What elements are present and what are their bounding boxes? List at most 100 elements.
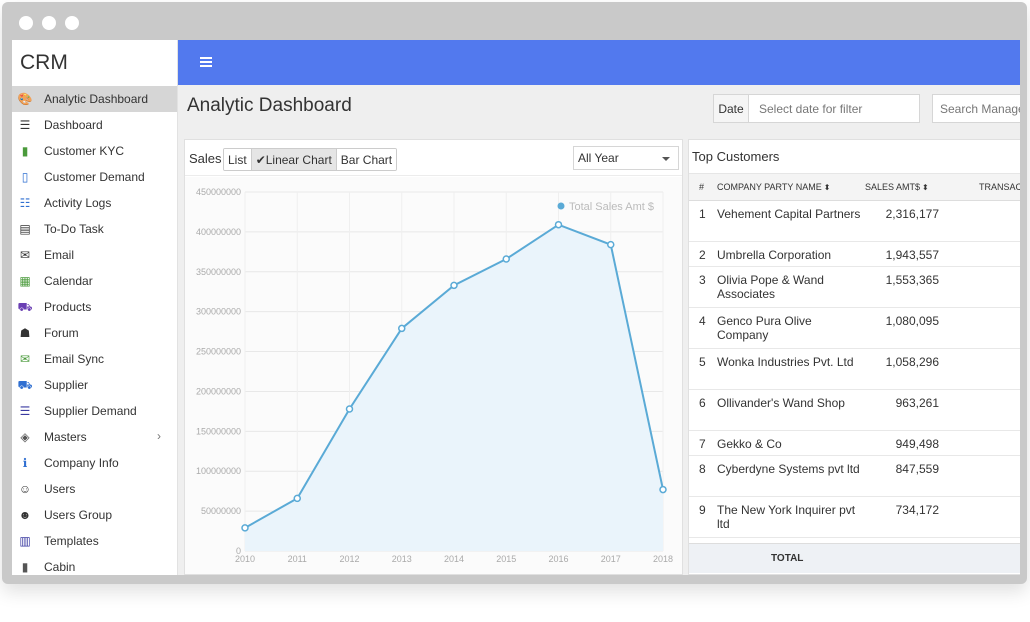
brand-logo[interactable]: CRM bbox=[12, 40, 177, 86]
x-tick-label: 2017 bbox=[601, 554, 621, 564]
sidebar-item-templates[interactable]: ▥ Templates bbox=[12, 528, 177, 554]
table-row[interactable]: 5 Wonka Industries Pvt. Ltd 1,058,296 bbox=[689, 348, 1020, 390]
menu-toggle-icon[interactable] bbox=[200, 57, 212, 67]
window-dot-icon[interactable] bbox=[19, 16, 33, 30]
sidebar-item-dashboard[interactable]: ☰ Dashboard bbox=[12, 112, 177, 138]
sidebar-item-to-do-task[interactable]: ▤ To-Do Task bbox=[12, 216, 177, 242]
window-dot-icon[interactable] bbox=[42, 16, 56, 30]
row-number: 9 bbox=[689, 496, 717, 538]
linear-chart-button[interactable]: ✔Linear Chart bbox=[251, 149, 337, 170]
table-total-row: TOTAL bbox=[689, 543, 1020, 573]
company-name: The New York Inquirer pvt ltd bbox=[717, 496, 865, 538]
sidebar-item-label: Masters bbox=[44, 430, 87, 444]
table-row[interactable]: 3 Olivia Pope & Wand Associates 1,553,365 bbox=[689, 266, 1020, 308]
table-row[interactable]: 2 Umbrella Corporation 1,943,557 bbox=[689, 241, 1020, 267]
company-name: Gekko & Co bbox=[717, 430, 865, 456]
column-header-sales[interactable]: SALES AMT$ ⬍ bbox=[865, 174, 939, 201]
y-tick-label: 250000000 bbox=[196, 347, 241, 357]
info-icon: ℹ bbox=[22, 456, 28, 470]
sidebar-item-supplier[interactable]: ⛟ Supplier bbox=[12, 372, 177, 398]
sidebar-item-supplier-demand[interactable]: ☰ Supplier Demand bbox=[12, 398, 177, 424]
year-filter-value: All Year bbox=[578, 151, 619, 165]
book-icon: ▮ bbox=[21, 144, 29, 158]
sidebar-nav: 🎨 Analytic Dashboard ☰ Dashboard ▮ Customer K… bbox=[12, 86, 177, 575]
sidebar-item-calendar[interactable]: ▦ Calendar bbox=[12, 268, 177, 294]
sidebar-item-masters[interactable]: ◈ Masters › bbox=[12, 424, 177, 450]
sidebar-item-cabin[interactable]: ▮ Cabin bbox=[12, 554, 177, 575]
sidebar-item-customer-demand[interactable]: ▯ Customer Demand bbox=[12, 164, 177, 190]
sidebar-item-email-sync[interactable]: ✉ Email Sync bbox=[12, 346, 177, 372]
dashboard-icon: 🎨 bbox=[17, 92, 33, 106]
sidebar-item-products[interactable]: ⛟ Products bbox=[12, 294, 177, 320]
year-filter-select[interactable]: All Year bbox=[573, 146, 679, 170]
table-row[interactable]: 4 Genco Pura Olive Company 1,080,095 bbox=[689, 307, 1020, 349]
y-tick-label: 450000000 bbox=[196, 187, 241, 197]
sidebar-item-company-info[interactable]: ℹ Company Info bbox=[12, 450, 177, 476]
column-header-transactions[interactable]: TRANSACT bbox=[939, 174, 1020, 201]
column-header-number: # bbox=[689, 174, 717, 201]
sales-panel: Sales List ✔Linear Chart Bar Chart All Y… bbox=[184, 139, 683, 575]
sidebar-item-forum[interactable]: ☗ Forum bbox=[12, 320, 177, 346]
row-number: 2 bbox=[689, 241, 717, 267]
sidebar-item-email[interactable]: ✉ Email bbox=[12, 242, 177, 268]
sidebar-item-label: Cabin bbox=[44, 560, 76, 574]
date-filter-input[interactable] bbox=[749, 95, 919, 122]
company-name: Wonka Industries Pvt. Ltd bbox=[717, 348, 865, 390]
table-row[interactable]: 1 Vehement Capital Partners 2,316,177 bbox=[689, 200, 1020, 242]
mail-icon: ✉ bbox=[19, 248, 31, 262]
mail-sync-icon: ✉ bbox=[19, 352, 31, 366]
sidebar-item-activity-logs[interactable]: ☷ Activity Logs bbox=[12, 190, 177, 216]
y-tick-label: 50000000 bbox=[201, 506, 241, 516]
company-name: Olivia Pope & Wand Associates bbox=[717, 266, 865, 308]
sidebar-item-analytic-dashboard[interactable]: 🎨 Analytic Dashboard bbox=[12, 86, 177, 112]
x-tick-label: 2011 bbox=[288, 554, 307, 564]
x-tick-label: 2018 bbox=[653, 554, 673, 564]
company-name: Vehement Capital Partners bbox=[717, 200, 865, 242]
sort-icon[interactable]: ⬍ bbox=[824, 183, 831, 192]
table-row[interactable]: 6 Ollivander's Wand Shop 963,261 bbox=[689, 389, 1020, 431]
y-tick-label: 200000000 bbox=[196, 386, 241, 396]
list-view-button[interactable]: List bbox=[224, 149, 252, 170]
date-filter: Date bbox=[713, 94, 920, 123]
sort-icon[interactable]: ⬍ bbox=[922, 183, 929, 192]
transactions bbox=[939, 241, 1020, 267]
y-tick-label: 150000000 bbox=[196, 426, 241, 436]
row-number: 4 bbox=[689, 307, 717, 349]
sales-chart: 0 50000000 100000000 150000000 200000000 2500… bbox=[185, 177, 682, 574]
truck-icon: ⛟ bbox=[17, 378, 33, 392]
row-number: 5 bbox=[689, 348, 717, 390]
sidebar-item-users-group[interactable]: ☻ Users Group bbox=[12, 502, 177, 528]
table-row[interactable]: 9 The New York Inquirer pvt ltd 734,172 bbox=[689, 496, 1020, 538]
user-group-icon: ☻ bbox=[18, 508, 32, 522]
sidebar-item-users[interactable]: ☺ Users bbox=[12, 476, 177, 502]
sales-amount: 1,553,365 bbox=[865, 266, 939, 308]
row-number: 3 bbox=[689, 266, 717, 308]
y-tick-label: 350000000 bbox=[196, 267, 241, 277]
transactions bbox=[939, 200, 1020, 242]
search-manager-input[interactable] bbox=[933, 95, 1020, 122]
calendar-task-icon: ▤ bbox=[19, 222, 31, 236]
data-point bbox=[502, 255, 510, 263]
top-bar bbox=[178, 40, 1020, 85]
transactions bbox=[939, 348, 1020, 390]
company-name: Genco Pura Olive Company bbox=[717, 307, 865, 349]
table-row[interactable]: 7 Gekko & Co 949,498 bbox=[689, 430, 1020, 456]
sidebar-item-label: Products bbox=[44, 300, 92, 314]
transactions bbox=[939, 455, 1020, 497]
people-group-icon: ☗ bbox=[19, 326, 31, 340]
column-header-company[interactable]: COMPANY PARTY NAME ⬍ bbox=[717, 174, 865, 201]
cart-icon: ⛟ bbox=[17, 300, 33, 314]
window-controls bbox=[19, 16, 79, 30]
top-customers-table: # COMPANY PARTY NAME ⬍ SALES AMT$ ⬍ TRANSA… bbox=[689, 174, 1020, 568]
company-name: Umbrella Corporation bbox=[717, 241, 865, 267]
caret-down-icon bbox=[662, 157, 670, 161]
company-name: Ollivander's Wand Shop bbox=[717, 389, 865, 431]
bar-chart-button[interactable]: Bar Chart bbox=[336, 149, 397, 170]
page-title: Analytic Dashboard bbox=[187, 95, 352, 116]
sidebar-item-customer-kyc[interactable]: ▮ Customer KYC bbox=[12, 138, 177, 164]
sales-panel-header: Sales List ✔Linear Chart Bar Chart All Y… bbox=[185, 140, 682, 176]
sidebar-item-label: Calendar bbox=[44, 274, 93, 288]
window-dot-icon[interactable] bbox=[65, 16, 79, 30]
sidebar-item-label: Users bbox=[44, 482, 76, 496]
table-row[interactable]: 8 Cyberdyne Systems pvt ltd 847,559 bbox=[689, 455, 1020, 497]
